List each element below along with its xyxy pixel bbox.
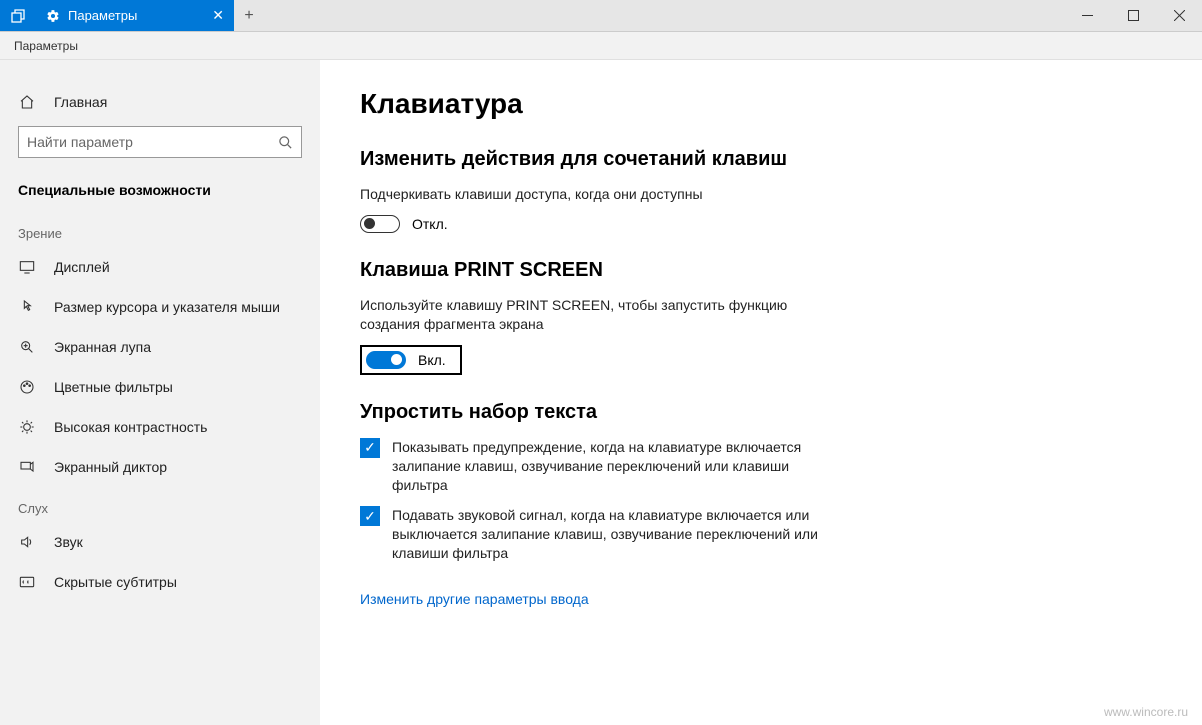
contrast-icon [18,419,36,435]
checkbox-label: Подавать звуковой сигнал, когда на клави… [392,506,820,563]
sidebar-item-narrator[interactable]: Экранный диктор [0,447,320,487]
sidebar-label: Экранная лупа [54,339,151,355]
toggle-print-screen[interactable]: Вкл. [360,345,462,375]
main-content: Клавиатура Изменить действия для сочетан… [320,60,1202,725]
sidebar-label: Размер курсора и указателя мыши [54,299,280,315]
sidebar-label: Дисплей [54,259,110,275]
checkmark-icon: ✓ [360,506,380,526]
magnifier-icon [18,339,36,355]
close-window-button[interactable] [1156,0,1202,31]
checkbox-label: Показывать предупреждение, когда на клав… [392,438,820,495]
tab-label: Параметры [68,8,137,23]
cursor-icon [18,299,36,315]
sidebar-group-vision: Зрение [0,212,320,247]
maximize-button[interactable] [1110,0,1156,31]
sidebar-label: Высокая контрастность [54,419,207,435]
title-bar: Параметры ✕ + [0,0,1202,32]
sidebar-label: Цветные фильтры [54,379,173,395]
palette-icon [18,379,36,395]
sidebar-item-cursor[interactable]: Размер курсора и указателя мыши [0,287,320,327]
watermark: www.wincore.ru [1104,705,1188,719]
sidebar-item-home[interactable]: Главная [0,84,320,120]
section-description: Подчеркивать клавиши доступа, когда они … [360,185,810,205]
close-tab-icon[interactable]: ✕ [212,7,224,24]
sidebar-item-captions[interactable]: Скрытые субтитры [0,562,320,602]
toggle-access-keys[interactable]: Откл. [360,215,1162,233]
sidebar-group-hearing: Слух [0,487,320,522]
display-icon [18,259,36,275]
sidebar-item-display[interactable]: Дисплей [0,247,320,287]
toggle-label: Откл. [412,216,448,232]
section-heading: Изменить действия для сочетаний клавиш [360,148,1162,171]
new-tab-button[interactable]: + [234,0,264,31]
sidebar-item-high-contrast[interactable]: Высокая контрастность [0,407,320,447]
page-title: Клавиатура [360,88,1162,120]
captions-icon [18,574,36,590]
breadcrumb: Параметры [0,32,1202,60]
link-other-input-settings[interactable]: Изменить другие параметры ввода [360,591,589,607]
sidebar-label: Главная [54,94,107,110]
sidebar-item-audio[interactable]: Звук [0,522,320,562]
search-placeholder: Найти параметр [27,134,278,150]
multitask-icon[interactable] [0,0,36,31]
minimize-button[interactable] [1064,0,1110,31]
sidebar-label: Скрытые субтитры [54,574,177,590]
gear-icon [46,9,60,23]
checkmark-icon: ✓ [360,438,380,458]
toggle-on-icon [366,351,406,369]
search-input[interactable]: Найти параметр [18,126,302,158]
toggle-off-icon [360,215,400,233]
section-heading: Клавиша PRINT SCREEN [360,259,1162,282]
sidebar-section-title: Специальные возможности [0,174,320,212]
sidebar-item-magnifier[interactable]: Экранная лупа [0,327,320,367]
tab-settings[interactable]: Параметры ✕ [36,0,234,31]
search-icon [278,135,293,150]
checkbox-sound[interactable]: ✓ Подавать звуковой сигнал, когда на кла… [360,506,820,563]
speaker-icon [18,534,36,550]
checkbox-warning[interactable]: ✓ Показывать предупреждение, когда на кл… [360,438,820,495]
section-description: Используйте клавишу PRINT SCREEN, чтобы … [360,296,810,335]
sidebar: Главная Найти параметр Специальные возмо… [0,60,320,725]
sidebar-item-color-filters[interactable]: Цветные фильтры [0,367,320,407]
sidebar-label: Экранный диктор [54,459,167,475]
section-heading: Упростить набор текста [360,401,1162,424]
narrator-icon [18,459,36,475]
sidebar-label: Звук [54,534,83,550]
toggle-label: Вкл. [418,352,446,368]
home-icon [18,94,36,110]
